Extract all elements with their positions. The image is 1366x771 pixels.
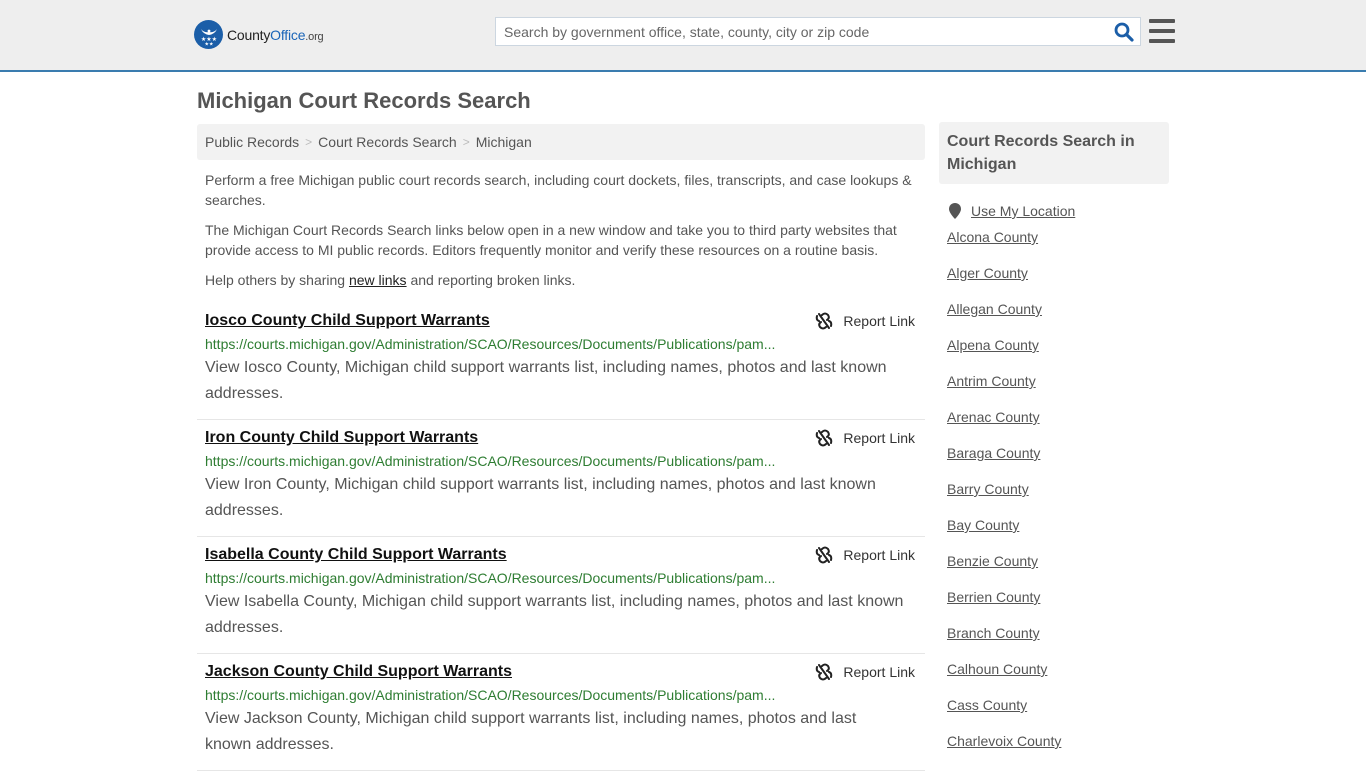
result-item: Isabella County Child Support Warrants R… <box>197 537 925 654</box>
county-link[interactable]: Branch County <box>947 625 1040 641</box>
broken-link-icon <box>816 312 833 330</box>
sidebar-heading: Court Records Search in Michigan <box>939 122 1169 184</box>
county-link[interactable]: Allegan County <box>947 301 1042 317</box>
county-item: Alpena County <box>947 327 1169 363</box>
county-item: Alger County <box>947 255 1169 291</box>
page-title: Michigan Court Records Search <box>197 88 531 113</box>
result-title-link[interactable]: Iron County Child Support Warrants <box>205 428 478 448</box>
county-item: Branch County <box>947 615 1169 651</box>
hamburger-menu-button[interactable] <box>1149 19 1175 43</box>
county-item: Barry County <box>947 471 1169 507</box>
county-item: Cass County <box>947 687 1169 723</box>
report-link-button[interactable]: Report Link <box>815 546 915 564</box>
result-description: View Iosco County, Michigan child suppor… <box>205 359 887 402</box>
county-link[interactable]: Benzie County <box>947 553 1038 569</box>
county-item: Antrim County <box>947 363 1169 399</box>
breadcrumb-public-records[interactable]: Public Records <box>205 134 299 150</box>
eagle-logo-icon: ★★★ ★★ <box>194 20 223 49</box>
county-list: Alcona County Alger County Allegan Count… <box>939 219 1169 759</box>
county-link[interactable]: Barry County <box>947 481 1029 497</box>
county-item: Alcona County <box>947 219 1169 255</box>
result-item: Iron County Child Support Warrants Repor… <box>197 420 925 537</box>
hamburger-icon-bar <box>1149 39 1175 43</box>
breadcrumb-michigan[interactable]: Michigan <box>476 134 532 150</box>
search-bar <box>495 17 1141 46</box>
result-url: https://courts.michigan.gov/Administrati… <box>205 570 776 586</box>
county-link[interactable]: Alcona County <box>947 229 1038 245</box>
county-item: Arenac County <box>947 399 1169 435</box>
result-item: Jackson County Child Support Warrants Re… <box>197 654 925 771</box>
result-description: View Iron County, Michigan child support… <box>205 476 876 519</box>
map-pin-icon <box>949 203 961 219</box>
county-link[interactable]: Arenac County <box>947 409 1040 425</box>
report-link-button[interactable]: Report Link <box>815 663 915 681</box>
intro-paragraph-3: Help others by sharing new links and rep… <box>205 272 576 288</box>
county-link[interactable]: Alger County <box>947 265 1028 281</box>
svg-text:★★: ★★ <box>204 41 213 46</box>
sidebar: Court Records Search in Michigan Use My … <box>939 122 1169 759</box>
county-link[interactable]: Charlevoix County <box>947 733 1061 749</box>
new-links-link[interactable]: new links <box>349 272 407 288</box>
county-item: Baraga County <box>947 435 1169 471</box>
county-link[interactable]: Cass County <box>947 697 1027 713</box>
county-link[interactable]: Alpena County <box>947 337 1039 353</box>
result-url: https://courts.michigan.gov/Administrati… <box>205 336 776 352</box>
result-description: View Isabella County, Michigan child sup… <box>205 593 904 636</box>
intro-paragraph-2: The Michigan Court Records Search links … <box>205 222 897 258</box>
report-link-button[interactable]: Report Link <box>815 312 915 330</box>
breadcrumb-separator: > <box>305 135 313 149</box>
result-title-link[interactable]: Isabella County Child Support Warrants <box>205 545 507 565</box>
result-item: Iosco County Child Support Warrants Repo… <box>197 303 925 420</box>
breadcrumb: Public Records > Court Records Search > … <box>197 124 925 160</box>
broken-link-icon <box>816 546 833 564</box>
search-input[interactable] <box>496 18 1108 45</box>
county-link[interactable]: Bay County <box>947 517 1019 533</box>
intro-text: Perform a free Michigan public court rec… <box>205 170 921 300</box>
report-link-button[interactable]: Report Link <box>815 429 915 447</box>
result-url: https://courts.michigan.gov/Administrati… <box>205 687 776 703</box>
site-logo[interactable]: ★★★ ★★ CountyOffice.org <box>194 20 324 49</box>
county-link[interactable]: Calhoun County <box>947 661 1047 677</box>
results-list: Iosco County Child Support Warrants Repo… <box>197 303 925 771</box>
hamburger-icon-bar <box>1149 29 1175 33</box>
county-item: Charlevoix County <box>947 723 1169 759</box>
use-my-location-link[interactable]: Use My Location <box>971 203 1075 219</box>
broken-link-icon <box>816 429 833 447</box>
use-my-location: Use My Location <box>939 203 1169 219</box>
result-title-link[interactable]: Iosco County Child Support Warrants <box>205 311 490 331</box>
broken-link-icon <box>816 663 833 681</box>
county-item: Berrien County <box>947 579 1169 615</box>
logo-wordmark: CountyOffice.org <box>227 26 324 43</box>
result-description: View Jackson County, Michigan child supp… <box>205 710 857 753</box>
result-title-link[interactable]: Jackson County Child Support Warrants <box>205 662 512 682</box>
county-link[interactable]: Berrien County <box>947 589 1040 605</box>
intro-paragraph-1: Perform a free Michigan public court rec… <box>205 172 912 208</box>
result-url: https://courts.michigan.gov/Administrati… <box>205 453 776 469</box>
county-item: Bay County <box>947 507 1169 543</box>
county-item: Allegan County <box>947 291 1169 327</box>
county-item: Benzie County <box>947 543 1169 579</box>
breadcrumb-court-records-search[interactable]: Court Records Search <box>318 134 457 150</box>
breadcrumb-separator: > <box>462 135 470 149</box>
search-icon <box>1114 22 1134 42</box>
site-header: ★★★ ★★ CountyOffice.org <box>0 0 1366 72</box>
hamburger-icon-bar <box>1149 19 1175 23</box>
county-link[interactable]: Antrim County <box>947 373 1036 389</box>
county-link[interactable]: Baraga County <box>947 445 1040 461</box>
search-button[interactable] <box>1108 18 1140 45</box>
county-item: Calhoun County <box>947 651 1169 687</box>
